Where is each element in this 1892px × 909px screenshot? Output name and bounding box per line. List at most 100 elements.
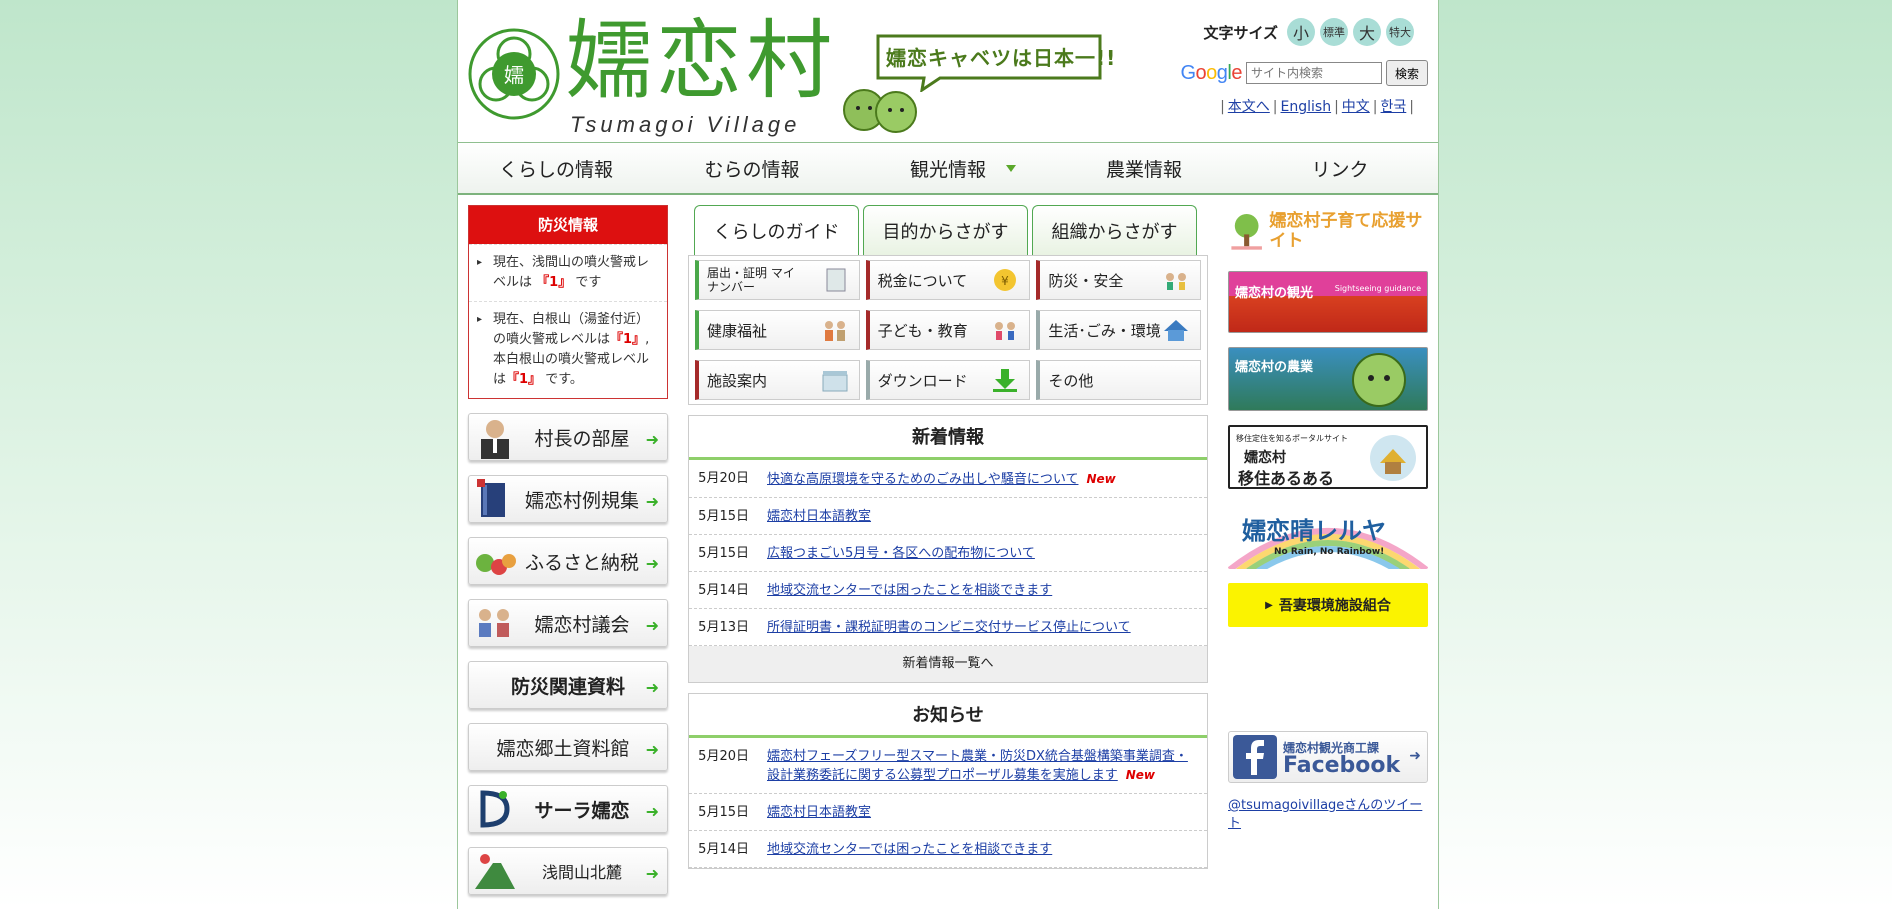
global-nav: くらしの情報 むらの情報 観光情報 農業情報 リンク [458,143,1438,195]
category-download-label: ダウンロード [877,371,968,390]
news-link[interactable]: 広報つまごい5月号・各区への配布物について [767,546,1035,561]
category-children[interactable]: 子ども・教育 [865,310,1031,350]
tree-icon [1231,214,1262,250]
house-circle-icon [1370,435,1416,481]
site-search: Google 検索 [1180,60,1428,86]
skip-to-content-link[interactable]: 本文へ [1228,99,1270,115]
font-size-standard-button[interactable]: 標準 [1320,18,1348,46]
arrow-right-icon: ➜ [645,678,659,697]
nav-kurashi[interactable]: くらしの情報 [458,143,654,193]
nav-kanko[interactable]: 観光情報 [850,143,1046,193]
search-button[interactable]: 検索 [1385,60,1428,86]
nogyo-banner[interactable]: 嬬恋村の農業 [1228,347,1428,411]
news-link[interactable]: 所得証明書・課税証明書のコンビニ交付サービス停止について [767,620,1131,635]
category-download[interactable]: ダウンロード [865,360,1031,400]
seal-text: 嬬 [504,63,524,87]
kanko-label: 嬬恋村の観光 [1235,286,1314,301]
category-health[interactable]: 健康福祉 [695,310,860,350]
font-size-label: 文字サイズ [1203,23,1278,42]
center-column: くらしのガイド 目的からさがす 組織からさがす 届出・証明 マイナンバー 税金に… [688,205,1208,869]
download-icon [993,369,1018,392]
font-size-large-button[interactable]: 大 [1353,18,1381,46]
kosodate-label: 嬬恋村子育て応援サイト [1269,211,1423,251]
korean-link[interactable]: 한국 [1381,99,1407,115]
asama-north-banner[interactable]: 浅間山北麓 ➜ [468,847,668,895]
tab-purpose[interactable]: 目的からさがす [863,205,1028,255]
left-column: 防災情報 現在、浅間山の噴火警戒レベルは 『1』 です 現在、白根山（湯釜付近）… [468,205,668,895]
asama-alert-suffix: です [575,275,602,290]
furusato-tax-label: ふるさと納税 [524,551,639,574]
regulations-label: 嬬恋村例規集 [524,489,639,512]
tab-kurashi-guide[interactable]: くらしのガイド [694,205,859,255]
category-other[interactable]: その他 [1036,360,1201,400]
notice-link[interactable]: 地域交流センターでは困ったことを相談できます [767,842,1052,857]
kids-icon [995,322,1016,340]
font-size-xlarge-button[interactable]: 特大 [1386,18,1414,46]
nav-links[interactable]: リンク [1242,143,1438,193]
notice-date: 5月20日 [698,749,749,764]
site-subtitle: Tsumagoi Village [570,112,801,137]
site-title[interactable]: 嬬恋村 [566,18,836,104]
category-children-label: 子ども・教育 [877,321,968,340]
category-facilities[interactable]: 施設案内 [695,360,860,400]
people-icon [479,609,509,637]
notice-link[interactable]: 嬬恋村日本語教室 [767,805,871,820]
header: 嬬 嬬恋村 Tsumagoi Village 嬬恋キャベツは日本一!! 文字サイ… [458,0,1438,143]
google-logo-icon: Google [1180,61,1242,84]
notice-date: 5月14日 [698,842,749,857]
category-living[interactable]: 生活･ごみ・環境 [1036,310,1201,350]
notice-link[interactable]: 嬬恋村フェーズフリー型スマート農業・防災DX統合基盤構築事業調査・設計業務委託に… [767,749,1188,783]
news-date: 5月20日 [698,471,749,486]
village-seal-logo[interactable]: 嬬 [468,28,560,120]
facebook-icon [1233,735,1277,779]
family-icon [824,321,845,341]
iju-top-label: 移住定住を知るポータルサイト [1236,434,1348,443]
hareruya-sub-label: No Rain, No Rainbow! [1274,547,1385,557]
furusato-tax-banner[interactable]: ふるさと納税 ➜ [468,537,668,585]
disaster-docs-banner[interactable]: 防災関連資料 ➜ [468,661,668,709]
news-link[interactable]: 快適な高原環境を守るためのごみ出しや騒音について [767,472,1078,487]
iju-banner[interactable]: 移住定住を知るポータルサイト 嬬恋村 移住あるある [1228,425,1428,489]
category-tax[interactable]: 税金について ¥ [865,260,1031,300]
category-safety[interactable]: 防災・安全 [1036,260,1201,300]
hareruya-banner[interactable]: 嬬恋晴レルヤ No Rain, No Rainbow! [1228,503,1428,569]
agatsuma-env-banner[interactable]: ▶ 吾妻環境施設組合 [1228,583,1428,627]
chinese-link[interactable]: 中文 [1342,99,1370,115]
agatsuma-env-label: 吾妻環境施設組合 [1278,598,1391,614]
news-link[interactable]: 嬬恋村日本語教室 [767,509,871,524]
news-link[interactable]: 地域交流センターでは困ったことを相談できます [767,583,1052,598]
arrow-right-icon: ➜ [645,616,659,635]
assembly-banner[interactable]: 嬬恋村議会 ➜ [468,599,668,647]
asama-alert-text: 現在、浅間山の噴火警戒レベルは [493,255,650,290]
news-date: 5月15日 [698,546,749,561]
news-item: 5月20日 快適な高原環境を守るためのごみ出しや騒音について New [689,460,1207,498]
news-box: 新着情報 5月20日 快適な高原環境を守るためのごみ出しや騒音について New 5月… [688,415,1208,683]
nav-nogyo[interactable]: 農業情報 [1046,143,1242,193]
facebook-text: 嬬恋村観光商工課 Facebook [1283,739,1400,777]
children-safety-icon [1166,273,1186,290]
news-date: 5月15日 [698,509,749,524]
tab-organization[interactable]: 組織からさがす [1032,205,1197,255]
search-input[interactable] [1245,62,1382,84]
facebook-banner[interactable]: 嬬恋村観光商工課 Facebook ➜ [1228,731,1428,783]
mayor-room-banner[interactable]: 村長の部屋 ➜ [468,413,668,461]
arrow-right-icon: ➜ [645,554,659,573]
font-size-small-button[interactable]: 小 [1287,18,1315,46]
category-facilities-label: 施設案内 [707,371,768,390]
museum-banner[interactable]: 嬬恋郷土資料館 ➜ [468,723,668,771]
sahla-tsumagoi-banner[interactable]: サーラ嬬恋 ➜ [468,785,668,833]
mayor-room-label: 村長の部屋 [534,427,630,450]
regulations-banner[interactable]: 嬬恋村例規集 ➜ [468,475,668,523]
news-date: 5月13日 [698,620,749,635]
cabbage-mascot-icon [1352,353,1406,407]
twitter-timeline-link[interactable]: @tsumagoivillageさんのツイート [1228,797,1428,833]
category-notifications[interactable]: 届出・証明 マイナンバー [695,260,860,300]
font-size-controls: 文字サイズ 小 標準 大 特大 [1203,18,1414,46]
english-link[interactable]: English [1281,99,1332,115]
kosodate-banner[interactable]: 嬬恋村子育て応援サイト [1228,205,1428,257]
nav-mura[interactable]: むらの情報 [654,143,850,193]
sahla-tsumagoi-label: サーラ嬬恋 [534,799,630,822]
category-other-label: その他 [1048,371,1094,390]
news-more-link[interactable]: 新着情報一覧へ [689,646,1207,682]
kanko-banner[interactable]: 嬬恋村の観光 Sightseeing guidance [1228,271,1428,333]
